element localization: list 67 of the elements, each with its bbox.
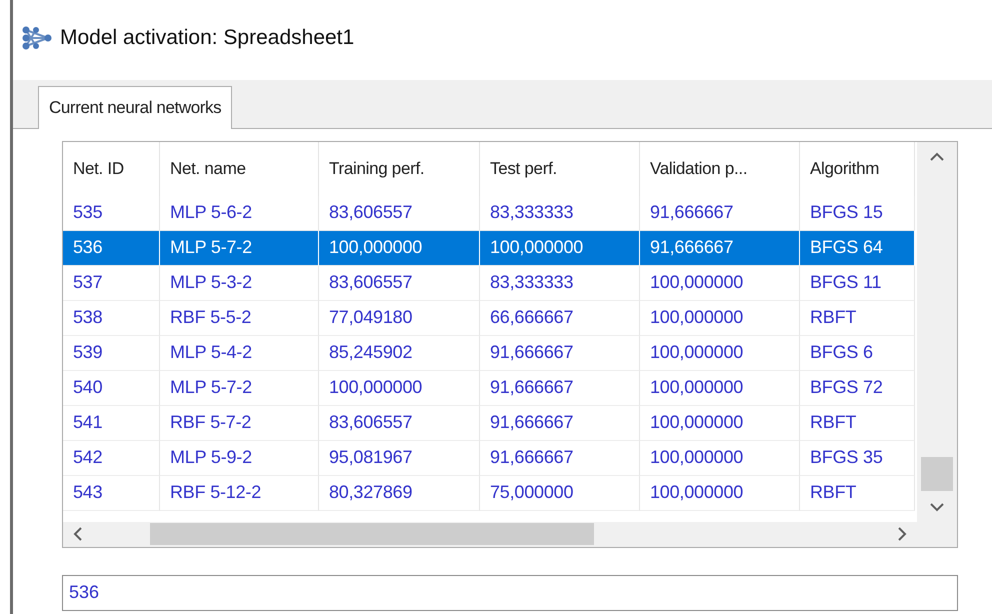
table-cell: RBF 5-7-2 [160,406,319,440]
table-cell: 541 [63,406,160,440]
column-header[interactable]: Net. ID [63,142,160,196]
table-cell: 100,000000 [480,230,640,266]
table-cell: 542 [63,440,160,476]
table-cell: MLP 5-9-2 [160,440,319,476]
table-cell: 91,666667 [480,440,640,476]
column-header[interactable]: Net. name [160,142,319,196]
table-cell: 100,000000 [640,476,800,510]
selected-row[interactable]: 536 MLP 5-7-2 100,000000 100,000000 91,666667 BFGS 64 [63,230,917,266]
table-cell: 100,000000 [640,440,800,476]
horizontal-scrollbar[interactable] [63,522,917,546]
table-cell: BFGS 11 [800,266,915,300]
table-cell: 91,666667 [480,370,640,406]
tab[interactable]: Current neural networks [38,86,232,128]
window-title: Model activation: Spreadsheet1 [60,25,354,52]
table-cell: RBFT [800,300,915,336]
table-cell: 77,049180 [319,300,480,336]
scroll-right-icon[interactable] [898,527,907,541]
column-header[interactable]: Algorithm [800,142,915,196]
table-cell: 540 [63,370,160,406]
table-cell: 100,000000 [319,370,480,406]
network-icon [22,26,52,50]
column-header[interactable]: Validation p... [640,142,800,196]
table-cell: BFGS 35 [800,440,915,476]
table-cell: RBF 5-12-2 [160,476,319,510]
table-cell: 100,000000 [640,370,800,406]
table-cell: 100,000000 [640,406,800,440]
table-cell: RBFT [800,406,915,440]
table-cell: 91,666667 [480,406,640,440]
table-cell: 83,606557 [319,406,480,440]
table-cell: 80,327869 [319,476,480,510]
table-cell: 100,000000 [640,300,800,336]
vertical-scrollbar[interactable] [917,142,957,522]
table-cell: 91,666667 [640,230,800,266]
table-cell: 536 [63,230,160,266]
table-cell: BFGS 72 [800,370,915,406]
scroll-up-icon[interactable] [930,152,944,160]
scrollbar-thumb[interactable] [150,523,594,545]
scrollbar-thumb[interactable] [921,456,953,490]
column-header[interactable]: Test perf. [480,142,640,196]
scroll-left-icon[interactable] [73,527,82,541]
table-cell: 100,000000 [319,230,480,266]
table-cell: MLP 5-4-2 [160,336,319,370]
table-cell: BFGS 64 [800,230,915,266]
table-cell: 83,606557 [319,266,480,300]
table-cell: BFGS 6 [800,336,915,370]
table-cell: 83,333333 [480,266,640,300]
table-cell: 543 [63,476,160,510]
table-cell: 100,000000 [640,266,800,300]
table-cell: MLP 5-3-2 [160,266,319,300]
selected-net-field[interactable]: 536 [62,574,958,610]
column-header[interactable]: Training perf. [319,142,480,196]
table-cell: MLP 5-7-2 [160,370,319,406]
table-cell: 95,081967 [319,440,480,476]
table-cell: RBFT [800,476,915,510]
table-cell: 537 [63,266,160,300]
table-cell: 66,666667 [480,300,640,336]
table-cell: 538 [63,300,160,336]
table-cell: 100,000000 [640,336,800,370]
table-cell: RBF 5-5-2 [160,300,319,336]
table-cell: MLP 5-7-2 [160,230,319,266]
table-cell: 85,245902 [319,336,480,370]
table-cell: 539 [63,336,160,370]
table-cell: 75,000000 [480,476,640,510]
scroll-down-icon[interactable] [930,502,944,512]
table-cell: 91,666667 [480,336,640,370]
